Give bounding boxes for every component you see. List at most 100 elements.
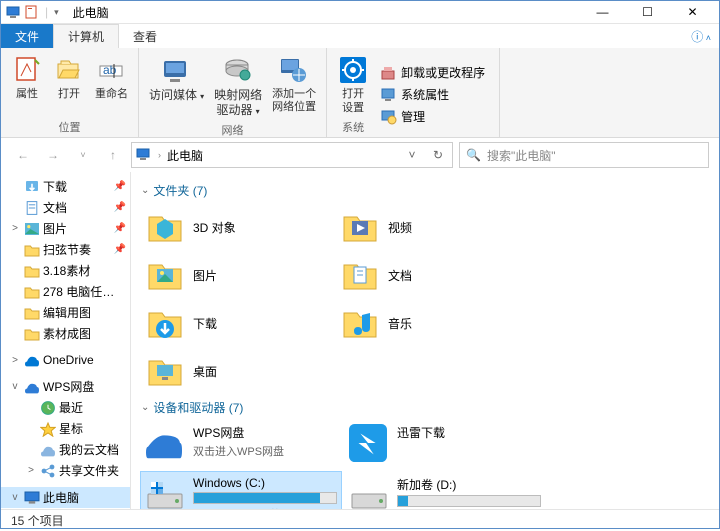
rename-button[interactable]: ab重命名 xyxy=(91,52,132,117)
ribbon-group-system: 打开 设置 系统 卸载或更改程序 系统属性 管理 xyxy=(327,48,500,137)
folder-item[interactable]: 视频 xyxy=(336,203,531,251)
main-pane[interactable]: ⌄文件夹 (7) 3D 对象 视频 图片 文档 下载 音乐 桌面 ⌄设备和驱动器… xyxy=(131,172,719,509)
expand-icon[interactable]: > xyxy=(9,223,21,234)
tree-label: 文档 xyxy=(43,199,67,216)
address-dropdown[interactable]: ˅ xyxy=(402,148,422,162)
tree-item[interactable]: > 图片 📌 xyxy=(1,218,130,239)
recent-icon xyxy=(40,400,56,416)
tree-item[interactable]: 编辑用图 xyxy=(1,302,130,323)
drive-name: 迅雷下载 xyxy=(397,424,541,441)
tree-label: 此电脑 xyxy=(43,489,79,506)
qat-properties-icon[interactable] xyxy=(23,4,39,20)
tree-label: 我的云文档 xyxy=(59,441,119,458)
properties-button[interactable]: 属性 xyxy=(7,52,47,117)
tree-label: 共享文件夹 xyxy=(59,462,119,479)
drive-bar xyxy=(397,495,541,507)
pic-icon xyxy=(24,221,40,237)
expand-icon[interactable]: v xyxy=(9,381,21,392)
search-box[interactable]: 🔍 搜索"此电脑" xyxy=(459,142,709,168)
drive-name: 新加卷 (D:) xyxy=(397,476,541,493)
tree-label: 星标 xyxy=(59,420,83,437)
quick-access-toolbar: | ▾ xyxy=(5,4,59,20)
download-icon xyxy=(24,179,40,195)
uninstall-button[interactable]: 卸载或更改程序 xyxy=(377,62,489,83)
tree-item[interactable]: 扫弦节奏 📌 xyxy=(1,239,130,260)
star-icon xyxy=(40,421,56,437)
folder-item[interactable]: 文档 xyxy=(336,251,531,299)
desktop-folder-icon xyxy=(145,351,185,391)
qat-dropdown-icon[interactable]: ▾ xyxy=(54,7,59,18)
tree-item[interactable]: v WPS网盘 xyxy=(1,376,130,397)
folder-item[interactable]: 音乐 xyxy=(336,299,531,347)
manage-button[interactable]: 管理 xyxy=(377,106,489,127)
tree-item[interactable]: > 共享文件夹 xyxy=(1,460,130,481)
tree-item[interactable]: 下载 📌 xyxy=(1,176,130,197)
folder-name: 文档 xyxy=(388,267,412,284)
tree-item[interactable]: 我的云文档 xyxy=(1,439,130,460)
status-bar: 15 个项目 xyxy=(1,509,719,531)
drive-item[interactable]: 迅雷下载 xyxy=(345,420,545,468)
tree-item[interactable]: 278 电脑任务管 xyxy=(1,281,130,302)
tree-item[interactable]: 最近 xyxy=(1,397,130,418)
maximize-button[interactable]: ☐ xyxy=(625,1,670,23)
open-button[interactable]: 打开 xyxy=(49,52,89,117)
access-media-button[interactable]: 访问媒体 ▾ xyxy=(145,52,208,120)
drive-name: Windows (C:) xyxy=(193,476,337,490)
map-drive-button[interactable]: 映射网络 驱动器 ▾ xyxy=(210,52,266,120)
folder-icon xyxy=(24,305,40,321)
add-network-button[interactable]: 添加一个 网络位置 xyxy=(268,52,320,120)
folder-name: 桌面 xyxy=(193,363,217,380)
pc-icon xyxy=(24,490,40,506)
nav-tree[interactable]: 下载 📌 文档 📌 > 图片 📌 扫弦节奏 📌 3.18素材 278 电脑任务管 xyxy=(1,172,131,509)
qat-separator: | xyxy=(45,5,48,19)
ribbon-group-network: 访问媒体 ▾ 映射网络 驱动器 ▾ 添加一个 网络位置 网络 xyxy=(139,48,327,137)
minimize-button[interactable]: — xyxy=(580,1,625,23)
tree-label: 编辑用图 xyxy=(43,304,91,321)
expand-icon[interactable]: > xyxy=(25,465,37,476)
expand-icon[interactable]: v xyxy=(9,492,21,503)
tree-item[interactable]: v 此电脑 xyxy=(1,487,130,508)
expand-icon[interactable]: > xyxy=(9,355,21,366)
folder-icon xyxy=(24,242,40,258)
recent-dropdown[interactable]: ˅ xyxy=(71,143,95,167)
tree-item[interactable]: 文档 📌 xyxy=(1,197,130,218)
folder-name: 图片 xyxy=(193,267,217,284)
open-settings-button[interactable]: 打开 设置 xyxy=(333,52,373,116)
system-props-button[interactable]: 系统属性 xyxy=(377,84,489,105)
close-button[interactable]: ✕ xyxy=(670,1,715,23)
drive-icon xyxy=(145,476,185,509)
tree-label: 下载 xyxy=(43,178,67,195)
drives-header[interactable]: ⌄设备和驱动器 (7) xyxy=(141,395,709,420)
drive-icon xyxy=(349,424,389,464)
tree-item[interactable]: > OneDrive xyxy=(1,350,130,370)
tree-item[interactable]: 星标 xyxy=(1,418,130,439)
address-bar[interactable]: › 此电脑 ˅ ↻ xyxy=(131,142,453,168)
3d-folder-icon xyxy=(145,207,185,247)
help-icon[interactable]: ⓘ ˄ xyxy=(683,24,719,48)
tree-label: 3.18素材 xyxy=(43,262,90,279)
up-button[interactable]: ↑ xyxy=(101,143,125,167)
folder-item[interactable]: 图片 xyxy=(141,251,336,299)
tab-computer[interactable]: 计算机 xyxy=(53,24,119,48)
folder-icon xyxy=(24,326,40,342)
folder-item[interactable]: 桌面 xyxy=(141,347,336,395)
tree-item[interactable]: 3D 对象 xyxy=(1,508,130,509)
tree-item[interactable]: 素材成图 xyxy=(1,323,130,344)
folders-header[interactable]: ⌄文件夹 (7) xyxy=(141,178,709,203)
drive-sub: 19.1 GB 可用，共 178 GB xyxy=(193,506,337,509)
tree-item[interactable]: 3.18素材 xyxy=(1,260,130,281)
tab-view[interactable]: 查看 xyxy=(119,24,171,48)
folder-item[interactable]: 3D 对象 xyxy=(141,203,336,251)
wps-icon xyxy=(24,379,40,395)
drive-item[interactable]: Windows (C:) 19.1 GB 可用，共 178 GB xyxy=(141,472,341,509)
drive-item[interactable]: WPS网盘 双击进入WPS网盘 xyxy=(141,420,341,468)
doc-folder-icon xyxy=(340,255,380,295)
drive-item[interactable]: 新加卷 (D:) 47.3 GB 可用，共 50.9 GB xyxy=(345,472,545,509)
refresh-button[interactable]: ↻ xyxy=(428,148,448,162)
back-button[interactable]: ← xyxy=(11,143,35,167)
search-placeholder: 搜索"此电脑" xyxy=(487,147,556,164)
tab-file[interactable]: 文件 xyxy=(1,24,53,48)
address-bar-row: ← → ˅ ↑ › 此电脑 ˅ ↻ 🔍 搜索"此电脑" xyxy=(1,138,719,172)
forward-button[interactable]: → xyxy=(41,143,65,167)
folder-item[interactable]: 下载 xyxy=(141,299,336,347)
